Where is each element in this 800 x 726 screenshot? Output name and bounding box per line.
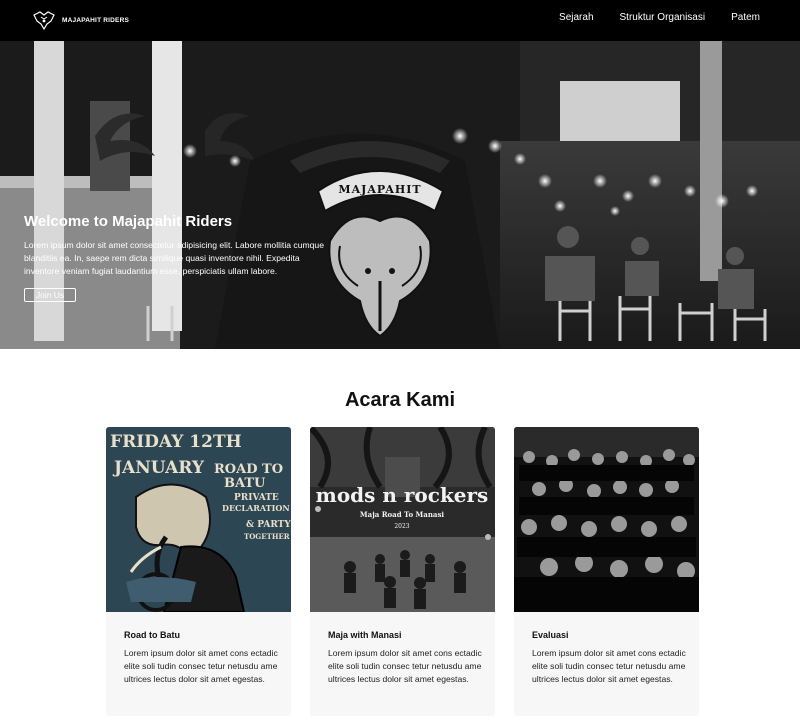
nav-links: Sejarah Struktur Organisasi Patem	[559, 12, 760, 23]
hero-title: Welcome to Majapahit Riders	[24, 213, 233, 230]
hero-banner-text: MAJAPAHIT	[338, 183, 421, 196]
poster-text: FRIDAY 12TH	[110, 432, 242, 452]
join-us-button[interactable]: Join Us	[24, 288, 76, 302]
poster-text: PRIVATE	[234, 493, 279, 503]
poster-text: TOGETHER	[244, 532, 290, 541]
card-body: Lorem ipsum dolor sit amet cons ectadic …	[124, 648, 278, 684]
card-body: Lorem ipsum dolor sit amet cons ectadic …	[532, 648, 686, 684]
event-card-evaluasi[interactable]: Evaluasi Lorem ipsum dolor sit amet cons…	[514, 427, 699, 716]
elephant-logo-icon	[33, 11, 55, 31]
evaluasi-group-photo	[514, 427, 699, 612]
poster-text: ROAD TO	[214, 462, 283, 477]
card-body: Lorem ipsum dolor sit amet cons ectadic …	[328, 648, 482, 684]
hero-text: Welcome to Majapahit Riders Lorem ipsum …	[24, 213, 334, 303]
events-title: Acara Kami	[344, 389, 456, 411]
card-title: Maja with Manasi	[328, 630, 402, 640]
navbar: Majapahit Riders Sejarah Struktur Organi…	[0, 0, 800, 41]
poster-text: mods n rockers	[316, 483, 489, 507]
hero-description: Lorem ipsum dolor sit amet consectetur a…	[24, 240, 324, 276]
hero-section: MAJAPAHIT Welcome to Majapahit Riders Lo…	[0, 41, 800, 349]
poster-text: Maja Road To Manasi	[360, 510, 445, 519]
card-title: Road to Batu	[124, 630, 180, 640]
poster-text: 2023	[394, 523, 409, 530]
poster-text: BATU	[224, 476, 266, 491]
road-to-batu-poster: FRIDAY 12TH JANUARY ROAD TO BATU PRIVATE…	[106, 427, 291, 612]
mods-n-rockers-poster: mods n rockers Maja Road To Manasi 2023	[310, 427, 495, 612]
card-title: Evaluasi	[532, 630, 569, 640]
nav-link-struktur-organisasi[interactable]: Struktur Organisasi	[620, 12, 706, 23]
event-card-road-to-batu[interactable]: FRIDAY 12TH JANUARY ROAD TO BATU PRIVATE…	[106, 427, 291, 716]
poster-text: & PARTY	[246, 520, 291, 530]
poster-text: JANUARY	[112, 458, 205, 478]
nav-link-patem[interactable]: Patem	[731, 12, 760, 23]
brand-name: Majapahit Riders	[62, 16, 130, 24]
nav-link-sejarah[interactable]: Sejarah	[559, 12, 593, 23]
event-card-maja-with-manasi[interactable]: mods n rockers Maja Road To Manasi 2023 …	[310, 427, 495, 716]
brand[interactable]: Majapahit Riders	[31, 9, 129, 31]
poster-text: DECLARATION	[222, 503, 290, 513]
